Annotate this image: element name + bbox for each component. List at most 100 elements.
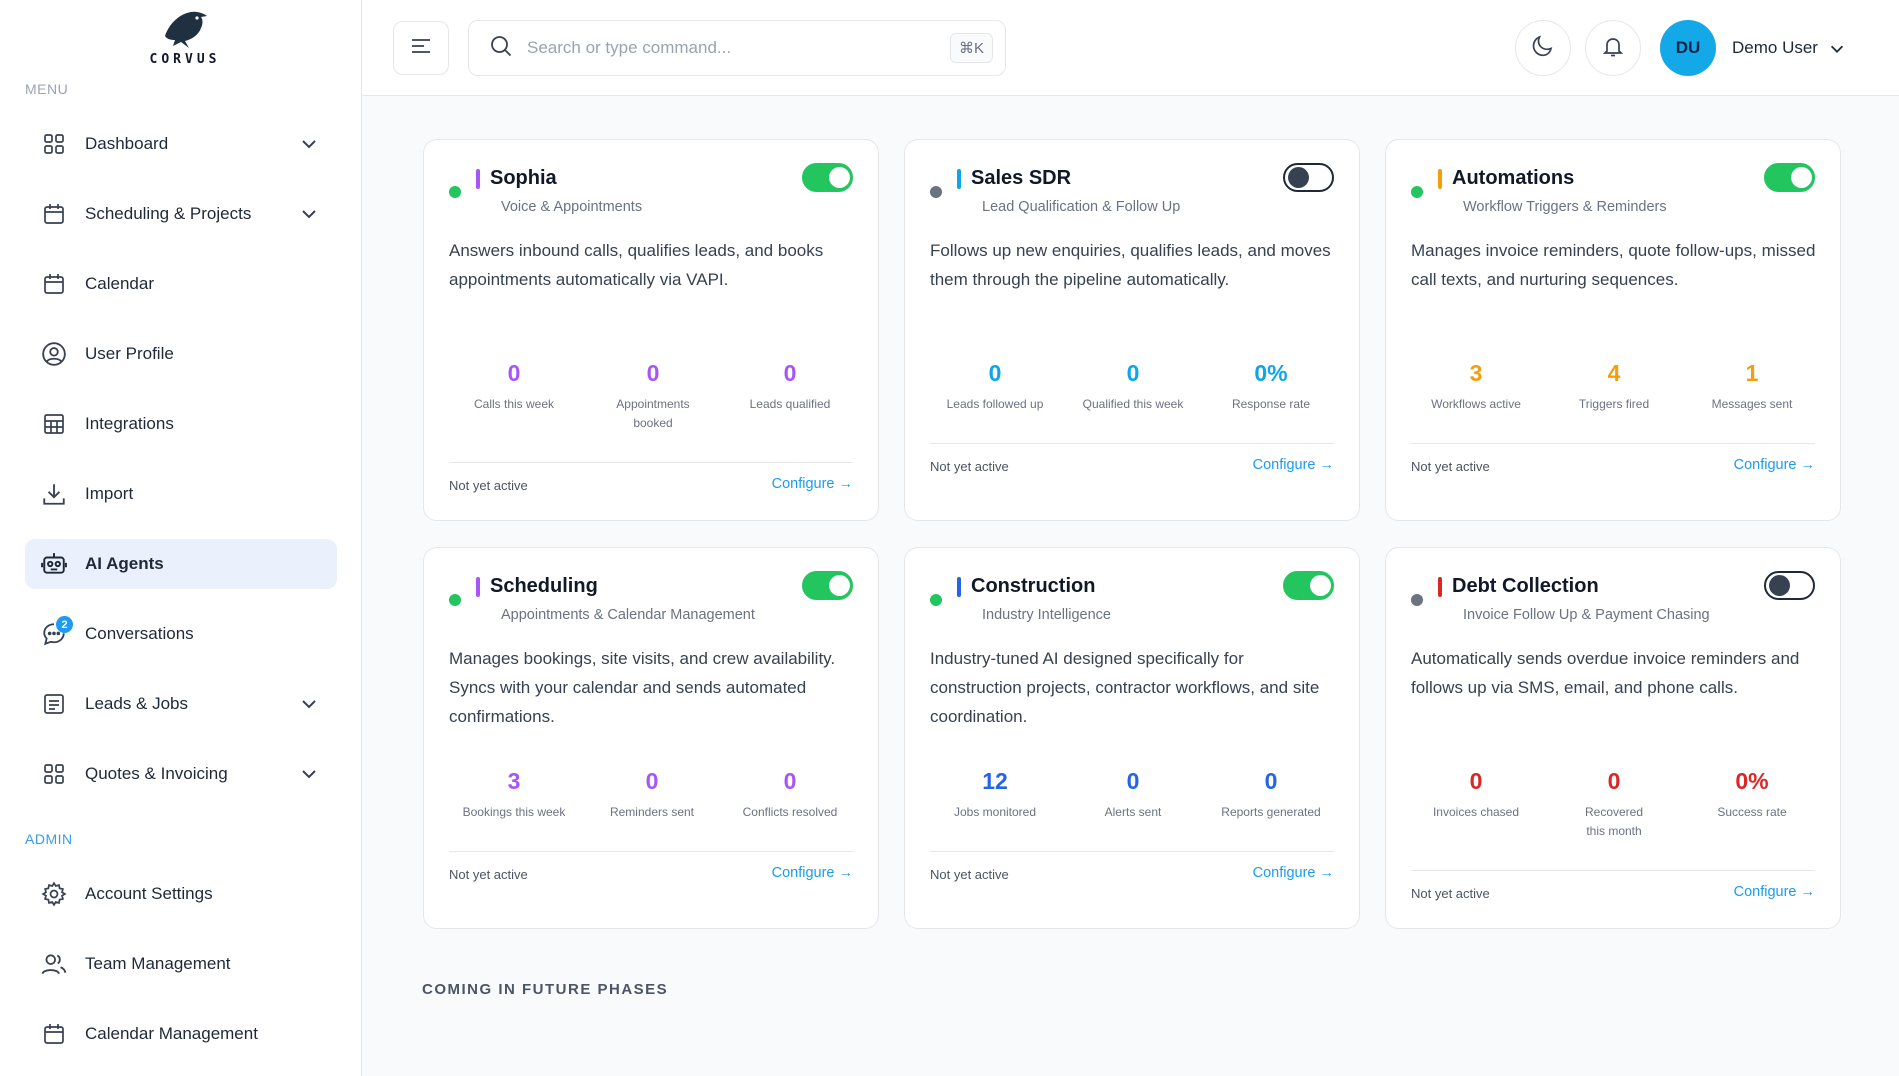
accent-bar xyxy=(1438,169,1442,189)
status-dot xyxy=(930,186,942,198)
sidebar-item-label: Quotes & Invoicing xyxy=(85,764,228,783)
sidebar-item-scheduling-projects[interactable]: Scheduling & Projects xyxy=(25,189,337,239)
chevron-down-icon[interactable] xyxy=(1828,40,1846,63)
sidebar-item-dashboard[interactable]: Dashboard xyxy=(25,119,337,169)
stat-label: Response rate xyxy=(1231,397,1311,411)
status-dot xyxy=(1411,594,1423,606)
sidebar-item-conversations[interactable]: 2 Conversations xyxy=(25,609,337,659)
stat-label: Recovered this month xyxy=(1584,805,1644,838)
agent-description: Answers inbound calls, qualifies leads, … xyxy=(449,241,824,289)
agent-toggle[interactable] xyxy=(1764,571,1815,600)
stat: 12 Jobs monitored xyxy=(925,768,1065,822)
sidebar-item-import[interactable]: Import xyxy=(25,469,337,519)
theme-toggle-button[interactable] xyxy=(1515,20,1571,76)
agent-name: Automations xyxy=(1452,167,1575,189)
stat: 0 Leads qualified xyxy=(720,360,860,414)
agent-toggle[interactable] xyxy=(1764,163,1815,192)
sidebar-item-label: Calendar xyxy=(85,274,154,293)
sidebar-toggle-button[interactable] xyxy=(393,21,449,75)
stat-label: Jobs monitored xyxy=(953,805,1037,819)
stat-value: 12 xyxy=(982,768,1008,794)
stat-value: 0 xyxy=(783,768,797,794)
stat-label: Reminders sent xyxy=(609,805,695,819)
stat-label: Qualified this week xyxy=(1082,397,1184,411)
stat-label: Workflows active xyxy=(1431,397,1521,411)
gear-icon xyxy=(41,881,67,907)
sidebar-item-integrations[interactable]: Integrations xyxy=(25,399,337,449)
stat: 3 Workflows active xyxy=(1406,360,1546,414)
agent-subtitle: Lead Qualification & Follow Up xyxy=(982,199,1181,215)
agent-card-debt-collection: Debt Collection Invoice Follow Up & Paym… xyxy=(1385,547,1841,929)
sidebar-item-user-profile[interactable]: User Profile xyxy=(25,329,337,379)
stat-label: Success rate xyxy=(1717,805,1787,819)
stat: 0% Success rate xyxy=(1682,768,1822,822)
stat: 0 Conflicts resolved xyxy=(720,768,860,822)
stat: 0 Alerts sent xyxy=(1063,768,1203,822)
agent-card-scheduling: Scheduling Appointments & Calendar Manag… xyxy=(423,547,879,929)
agent-subtitle: Industry Intelligence xyxy=(982,607,1111,623)
list-icon xyxy=(41,691,67,717)
stat: 0 Appointments booked xyxy=(582,360,724,433)
agent-subtitle: Voice & Appointments xyxy=(501,199,643,215)
stat-value: 0 xyxy=(1126,360,1140,386)
agent-card-construction: Construction Industry Intelligence Indus… xyxy=(904,547,1360,929)
accent-bar xyxy=(957,169,961,189)
configure-link[interactable]: Configure → xyxy=(1734,884,1815,900)
grid-icon xyxy=(41,131,67,157)
sidebar-item-calendar[interactable]: Calendar xyxy=(25,259,337,309)
sidebar-item-account-settings[interactable]: Account Settings xyxy=(25,869,337,919)
top-header: Search or type command... ⌘K DU Demo Use… xyxy=(362,0,1899,96)
stat-value: 0 xyxy=(507,360,521,386)
agent-toggle[interactable] xyxy=(1283,571,1334,600)
chevron-down-icon xyxy=(299,204,319,229)
agent-toggle[interactable] xyxy=(802,571,853,600)
menu-icon xyxy=(410,37,432,60)
sidebar-item-team-management[interactable]: Team Management xyxy=(25,939,337,989)
brand-logo[interactable]: CORVUS xyxy=(140,6,230,72)
sidebar-item-label: Scheduling & Projects xyxy=(85,204,252,223)
stat-value: 0% xyxy=(1735,768,1769,794)
configure-link[interactable]: Configure → xyxy=(1253,865,1334,881)
agent-toggle[interactable] xyxy=(802,163,853,192)
sidebar-item-ai-agents[interactable]: AI Agents xyxy=(25,539,337,589)
configure-link[interactable]: Configure → xyxy=(1734,457,1815,473)
agent-description: Industry-tuned AI designed specifically … xyxy=(930,649,1320,726)
sidebar-item-quotes-invoicing[interactable]: Quotes & Invoicing xyxy=(25,749,337,799)
configure-link[interactable]: Configure → xyxy=(772,865,853,881)
sidebar-item-calendar-management[interactable]: Calendar Management xyxy=(25,1009,337,1059)
stat: 0% Response rate xyxy=(1201,360,1341,414)
sidebar-item-label: Account Settings xyxy=(85,884,213,903)
notifications-button[interactable] xyxy=(1585,20,1641,76)
agent-name: Debt Collection xyxy=(1452,575,1599,597)
configure-link[interactable]: Configure → xyxy=(1253,457,1334,473)
notification-badge: 2 xyxy=(56,616,73,633)
accent-bar xyxy=(1438,577,1442,597)
avatar[interactable]: DU xyxy=(1660,20,1716,76)
download-icon xyxy=(41,481,67,507)
agent-status: Not yet active xyxy=(930,867,1009,882)
stat-value: 0 xyxy=(1264,768,1278,794)
stat: 0 Reminders sent xyxy=(582,768,722,822)
chevron-down-icon xyxy=(299,764,319,789)
agent-name: Scheduling xyxy=(490,575,598,597)
agent-toggle[interactable] xyxy=(1283,163,1334,192)
stat: 0 Leads followed up xyxy=(925,360,1065,414)
chevron-down-icon xyxy=(299,694,319,719)
toggle-knob xyxy=(1769,575,1790,596)
configure-link[interactable]: Configure → xyxy=(772,476,853,492)
stat-label: Alerts sent xyxy=(1104,805,1162,819)
sidebar-item-leads-jobs[interactable]: Leads & Jobs xyxy=(25,679,337,729)
agent-status: Not yet active xyxy=(1411,886,1490,901)
stat: 0 Calls this week xyxy=(444,360,584,414)
divider xyxy=(1411,870,1815,871)
stat-label: Conflicts resolved xyxy=(742,805,838,819)
accent-bar xyxy=(476,577,480,597)
toggle-knob xyxy=(1310,575,1331,596)
agent-card-sales-sdr: Sales SDR Lead Qualification & Follow Up… xyxy=(904,139,1360,521)
stat: 0 Recovered this month xyxy=(1544,768,1684,841)
search-input[interactable]: Search or type command... ⌘K xyxy=(468,20,1006,76)
calendar-icon xyxy=(41,271,67,297)
sidebar-item-label: Integrations xyxy=(85,414,174,433)
agent-subtitle: Workflow Triggers & Reminders xyxy=(1463,199,1667,215)
user-name[interactable]: Demo User xyxy=(1732,38,1818,58)
